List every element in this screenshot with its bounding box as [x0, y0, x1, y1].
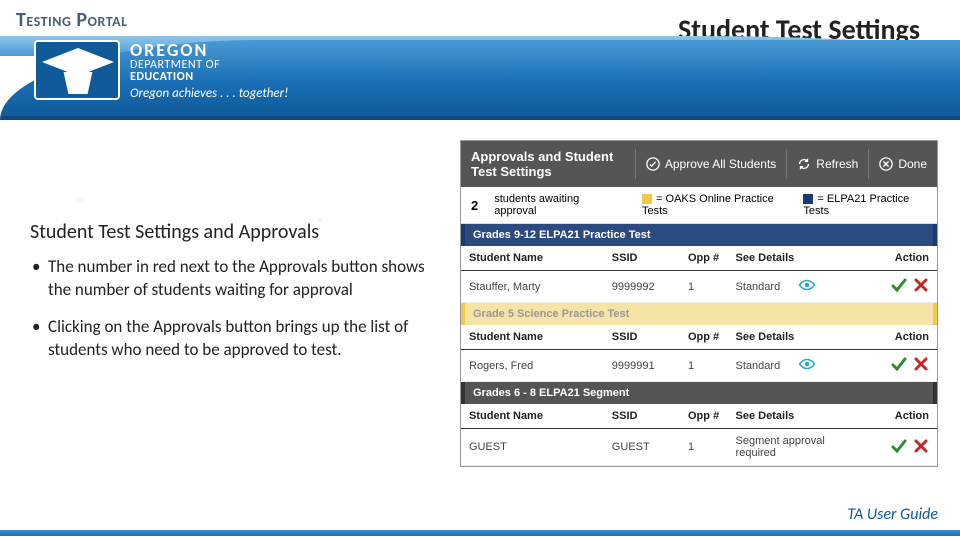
- approve-all-button[interactable]: Approve All Students: [635, 149, 786, 179]
- footer-bar: [0, 530, 960, 536]
- eye-icon[interactable]: [798, 278, 816, 295]
- table-row: Stauffer, Marty99999921Standard: [461, 271, 937, 303]
- column-header: SSID: [604, 404, 680, 429]
- ode-logo: OREGON DEPARTMENT OF EDUCATION Oregon ac…: [34, 40, 288, 100]
- cell-details: Segment approval required: [728, 429, 852, 466]
- column-header: See Details: [728, 404, 852, 429]
- column-header: Opp #: [680, 404, 728, 429]
- section-bar: Grades 6 - 8 ELPA21 Segment: [461, 382, 937, 404]
- done-label: Done: [898, 157, 927, 171]
- refresh-icon: [797, 157, 811, 171]
- cell-opp: 1: [680, 429, 728, 466]
- refresh-label: Refresh: [816, 157, 858, 171]
- logo-line2b: EDUCATION: [130, 71, 288, 83]
- student-table: Student NameSSIDOpp #See DetailsActionGU…: [461, 404, 937, 466]
- eye-icon[interactable]: [798, 357, 816, 374]
- screenshot-legend: 2 students awaiting approval = OAKS Onli…: [461, 187, 937, 224]
- refresh-button[interactable]: Refresh: [786, 149, 868, 179]
- cell-student-name: GUEST: [461, 429, 604, 466]
- cell-action: [851, 271, 937, 303]
- cell-ssid: 9999992: [604, 271, 680, 303]
- cell-details: Standard: [728, 271, 852, 303]
- legend-swatch-yellow: [642, 194, 652, 204]
- check-circle-icon: [646, 157, 660, 171]
- logo-line2a: DEPARTMENT OF: [130, 59, 288, 71]
- column-header: SSID: [604, 246, 680, 271]
- reject-icon[interactable]: [913, 356, 929, 375]
- column-header: Opp #: [680, 325, 728, 350]
- awaiting-count: 2: [471, 198, 478, 213]
- section-bar: Grade 5 Science Practice Test: [461, 303, 937, 325]
- column-header: See Details: [728, 246, 852, 271]
- column-header: See Details: [728, 325, 852, 350]
- cell-student-name: Stauffer, Marty: [461, 271, 604, 303]
- done-button[interactable]: Done: [868, 149, 937, 179]
- cell-ssid: GUEST: [604, 429, 680, 466]
- legend-yellow-label: = OAKS Online Practice Tests: [642, 193, 774, 217]
- column-header: Opp #: [680, 246, 728, 271]
- screenshot-header: Approvals and Student Test Settings Appr…: [461, 141, 937, 187]
- footer-link[interactable]: TA User Guide: [847, 505, 938, 524]
- approve-icon[interactable]: [891, 438, 907, 457]
- column-header: SSID: [604, 325, 680, 350]
- cell-opp: 1: [680, 271, 728, 303]
- cell-student-name: Rogers, Fred: [461, 350, 604, 382]
- graduation-cap-icon: [34, 40, 120, 100]
- awaiting-label: students awaiting approval: [494, 193, 614, 217]
- approve-all-label: Approve All Students: [665, 157, 776, 171]
- cell-action: [851, 350, 937, 382]
- table-row: Rogers, Fred99999911Standard: [461, 350, 937, 382]
- approve-icon[interactable]: [891, 356, 907, 375]
- column-header: Student Name: [461, 246, 604, 271]
- reject-icon[interactable]: [913, 277, 929, 296]
- cell-action: [851, 429, 937, 466]
- legend-navy-label: = ELPA21 Practice Tests: [803, 193, 909, 217]
- section-bar: Grades 9-12 ELPA21 Practice Test: [461, 224, 937, 246]
- section-heading: Student Test Settings and Approvals: [30, 220, 450, 244]
- cell-opp: 1: [680, 350, 728, 382]
- legend-swatch-navy: [803, 194, 813, 204]
- approve-icon[interactable]: [891, 277, 907, 296]
- cell-ssid: 9999991: [604, 350, 680, 382]
- logo-line1: OREGON: [130, 41, 288, 59]
- portal-label: Testing Portal: [16, 8, 128, 32]
- reject-icon[interactable]: [913, 438, 929, 457]
- cell-details: Standard: [728, 350, 852, 382]
- content-left: Student Test Settings and Approvals The …: [30, 220, 450, 376]
- table-row: GUESTGUEST1Segment approval required: [461, 429, 937, 466]
- column-header: Action: [851, 246, 937, 271]
- student-table: Student NameSSIDOpp #See DetailsActionSt…: [461, 246, 937, 303]
- logo-tagline: Oregon achieves . . . together!: [130, 87, 288, 100]
- approvals-screenshot: Approvals and Student Test Settings Appr…: [460, 140, 938, 467]
- column-header: Student Name: [461, 325, 604, 350]
- column-header: Student Name: [461, 404, 604, 429]
- bullet-item: Clicking on the Approvals button brings …: [30, 316, 450, 362]
- close-circle-icon: [879, 157, 893, 171]
- screenshot-title: Approvals and Student Test Settings: [461, 141, 635, 187]
- column-header: Action: [851, 325, 937, 350]
- column-header: Action: [851, 404, 937, 429]
- bullet-item: The number in red next to the Approvals …: [30, 256, 450, 302]
- student-table: Student NameSSIDOpp #See DetailsActionRo…: [461, 325, 937, 382]
